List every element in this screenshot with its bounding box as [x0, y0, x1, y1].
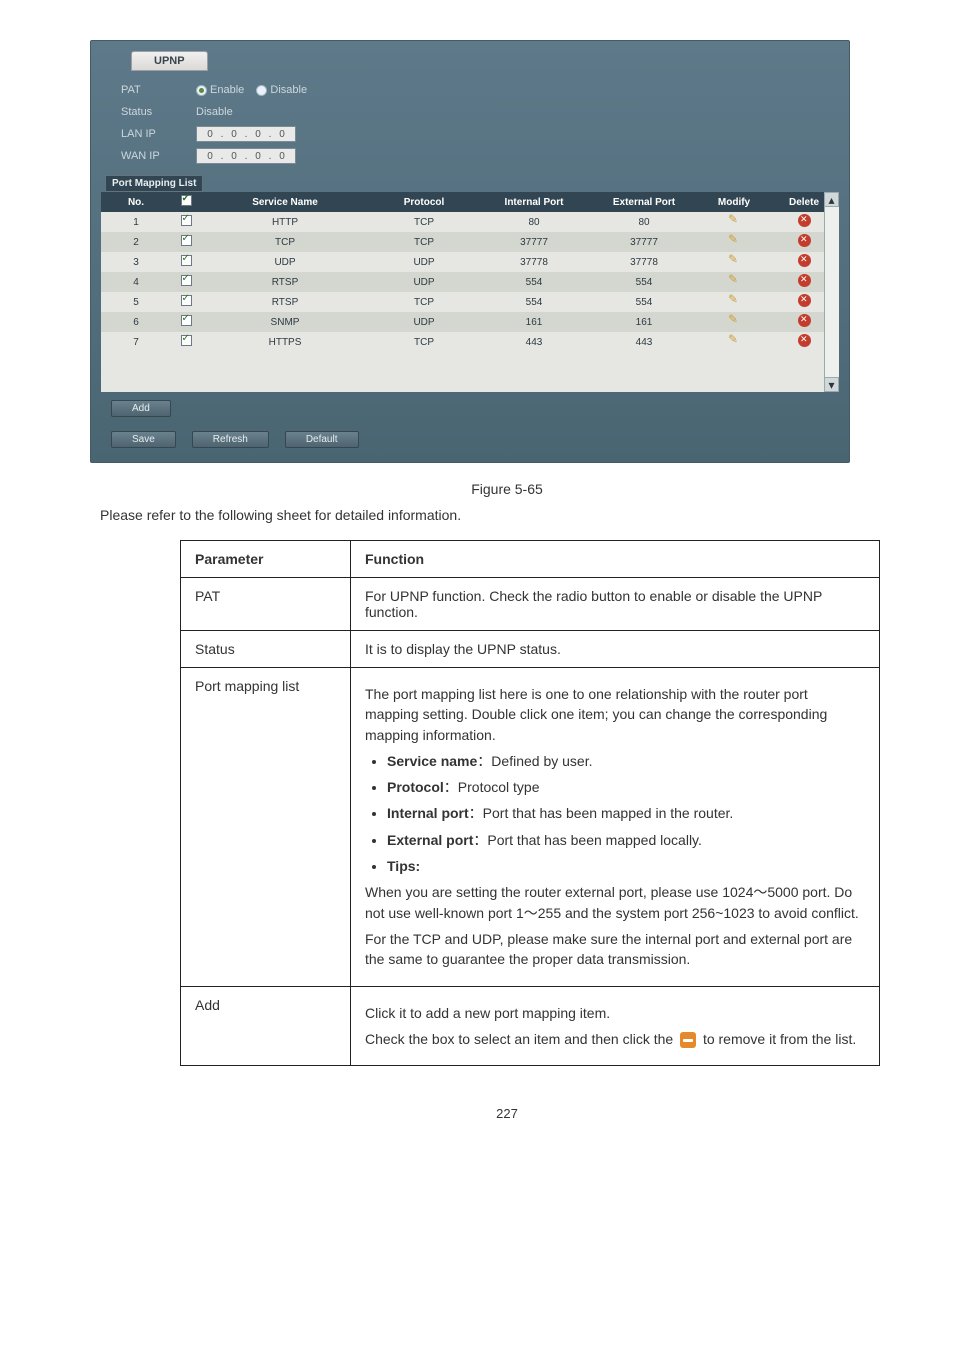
th-function: Function — [351, 541, 880, 578]
radio-pat-disable[interactable] — [256, 85, 267, 96]
row-checkbox[interactable] — [181, 295, 192, 306]
pencil-icon[interactable] — [728, 255, 740, 267]
table-row[interactable]: 5RTSPTCP554554 — [101, 292, 839, 312]
pencil-icon[interactable] — [728, 215, 740, 227]
scroll-track[interactable] — [824, 207, 839, 377]
table-row[interactable]: 2TCPTCP3777737777 — [101, 232, 839, 252]
figure-caption: Figure 5-65 — [90, 481, 924, 497]
delete-icon[interactable] — [798, 314, 811, 327]
pencil-icon[interactable] — [728, 295, 740, 307]
intro-paragraph: Please refer to the following sheet for … — [100, 505, 924, 526]
table-row[interactable]: 7HTTPSTCP443443 — [101, 332, 839, 352]
col-internal-port: Internal Port — [479, 192, 589, 212]
delete-icon[interactable] — [798, 274, 811, 287]
pencil-icon[interactable] — [728, 275, 740, 287]
row-checkbox[interactable] — [181, 315, 192, 326]
subtab-port-mapping-list[interactable]: Port Mapping List — [105, 175, 203, 192]
parameter-table: Parameter Function PAT For UPNP function… — [180, 540, 880, 1066]
th-parameter: Parameter — [181, 541, 351, 578]
pencil-icon[interactable] — [728, 335, 740, 347]
scroll-down[interactable]: ▾ — [824, 377, 839, 392]
table-row[interactable]: 1HTTPTCP8080 — [101, 212, 839, 232]
table-row[interactable]: 6SNMPUDP161161 — [101, 312, 839, 332]
row-pat: PAT For UPNP function. Check the radio b… — [181, 578, 880, 631]
row-status: Status It is to display the UPNP status. — [181, 631, 880, 668]
refresh-button[interactable]: Refresh — [192, 431, 269, 448]
table-row[interactable]: 3UDPUDP3777837778 — [101, 252, 839, 272]
value-status: Disable — [196, 106, 233, 118]
col-modify: Modify — [699, 192, 769, 212]
pencil-icon[interactable] — [728, 315, 740, 327]
row-add: Add Click it to add a new port mapping i… — [181, 986, 880, 1066]
label-wanip: WAN IP — [121, 150, 196, 162]
pencil-icon[interactable] — [728, 235, 740, 247]
input-lanip[interactable]: 0. 0. 0. 0 — [196, 126, 296, 142]
col-chk — [171, 192, 201, 212]
radio-pat-enable[interactable] — [196, 85, 207, 96]
row-checkbox[interactable] — [181, 235, 192, 246]
col-external-port: External Port — [589, 192, 699, 212]
tab-upnp[interactable]: UPNP — [131, 51, 208, 71]
row-checkbox[interactable] — [181, 215, 192, 226]
save-button[interactable]: Save — [111, 431, 176, 448]
delete-icon[interactable] — [798, 334, 811, 347]
label-pat: PAT — [121, 84, 196, 96]
label-status: Status — [121, 106, 196, 118]
check-all[interactable] — [181, 195, 192, 206]
col-no: No. — [101, 192, 171, 212]
row-checkbox[interactable] — [181, 275, 192, 286]
add-button[interactable]: Add — [111, 400, 171, 417]
label-lanip: LAN IP — [121, 128, 196, 140]
row-checkbox[interactable] — [181, 335, 192, 346]
table-row[interactable]: 4RTSPUDP554554 — [101, 272, 839, 292]
col-protocol: Protocol — [369, 192, 479, 212]
delete-icon[interactable] — [798, 294, 811, 307]
row-port-mapping-list: Port mapping list The port mapping list … — [181, 668, 880, 987]
col-service-name: Service Name — [201, 192, 369, 212]
delete-icon[interactable] — [798, 254, 811, 267]
input-wanip[interactable]: 0. 0. 0. 0 — [196, 148, 296, 164]
radio-label-disable: Disable — [270, 84, 307, 96]
row-checkbox[interactable] — [181, 255, 192, 266]
delete-icon[interactable] — [798, 234, 811, 247]
page-number: 227 — [90, 1106, 924, 1121]
scroll-up[interactable]: ▴ — [824, 192, 839, 207]
delete-icon[interactable] — [798, 214, 811, 227]
remove-icon — [680, 1032, 696, 1048]
radio-label-enable: Enable — [210, 84, 244, 96]
default-button[interactable]: Default — [285, 431, 359, 448]
upnp-screenshot: UPNP PAT Enable Disable Status Disable L… — [90, 40, 850, 463]
port-mapping-grid: No. Service Name Protocol Internal Port … — [101, 192, 839, 392]
